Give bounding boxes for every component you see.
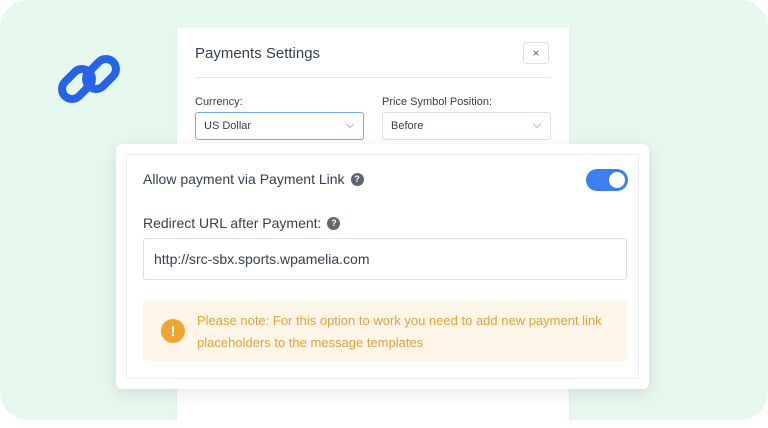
allow-payment-link-label: Allow payment via Payment Link [143,171,345,187]
help-icon[interactable]: ? [327,216,341,230]
redirect-url-label: Redirect URL after Payment: [143,215,322,231]
redirect-url-row: Redirect URL after Payment: ? [143,215,341,231]
note-text: Please note: For this option to work you… [197,313,602,350]
symbol-position-select[interactable]: Before [382,112,551,140]
allow-payment-link-toggle[interactable] [586,169,628,191]
toggle-knob [609,172,625,188]
allow-payment-link-row: Allow payment via Payment Link ? [143,171,364,187]
payment-link-panel: Allow payment via Payment Link ? Redirec… [116,144,649,389]
dialog-title: Payments Settings [195,45,321,62]
link-icon [58,55,120,103]
divider [195,77,551,78]
chevron-down-icon [532,119,542,129]
currency-select[interactable]: US Dollar [195,112,364,140]
currency-value: US Dollar [204,120,252,132]
warning-icon: ! [161,319,185,343]
close-button[interactable]: × [523,42,549,64]
symbol-position-value: Before [391,120,424,132]
help-icon[interactable]: ? [350,172,364,186]
payment-link-settings: Allow payment via Payment Link ? Redirec… [126,154,639,379]
chevron-down-icon [345,119,355,129]
close-icon: × [532,46,540,60]
currency-label: Currency: [195,96,243,108]
symbol-position-label: Price Symbol Position: [382,96,493,108]
note-alert: ! Please note: For this option to work y… [143,301,627,361]
redirect-url-input[interactable] [143,238,627,280]
